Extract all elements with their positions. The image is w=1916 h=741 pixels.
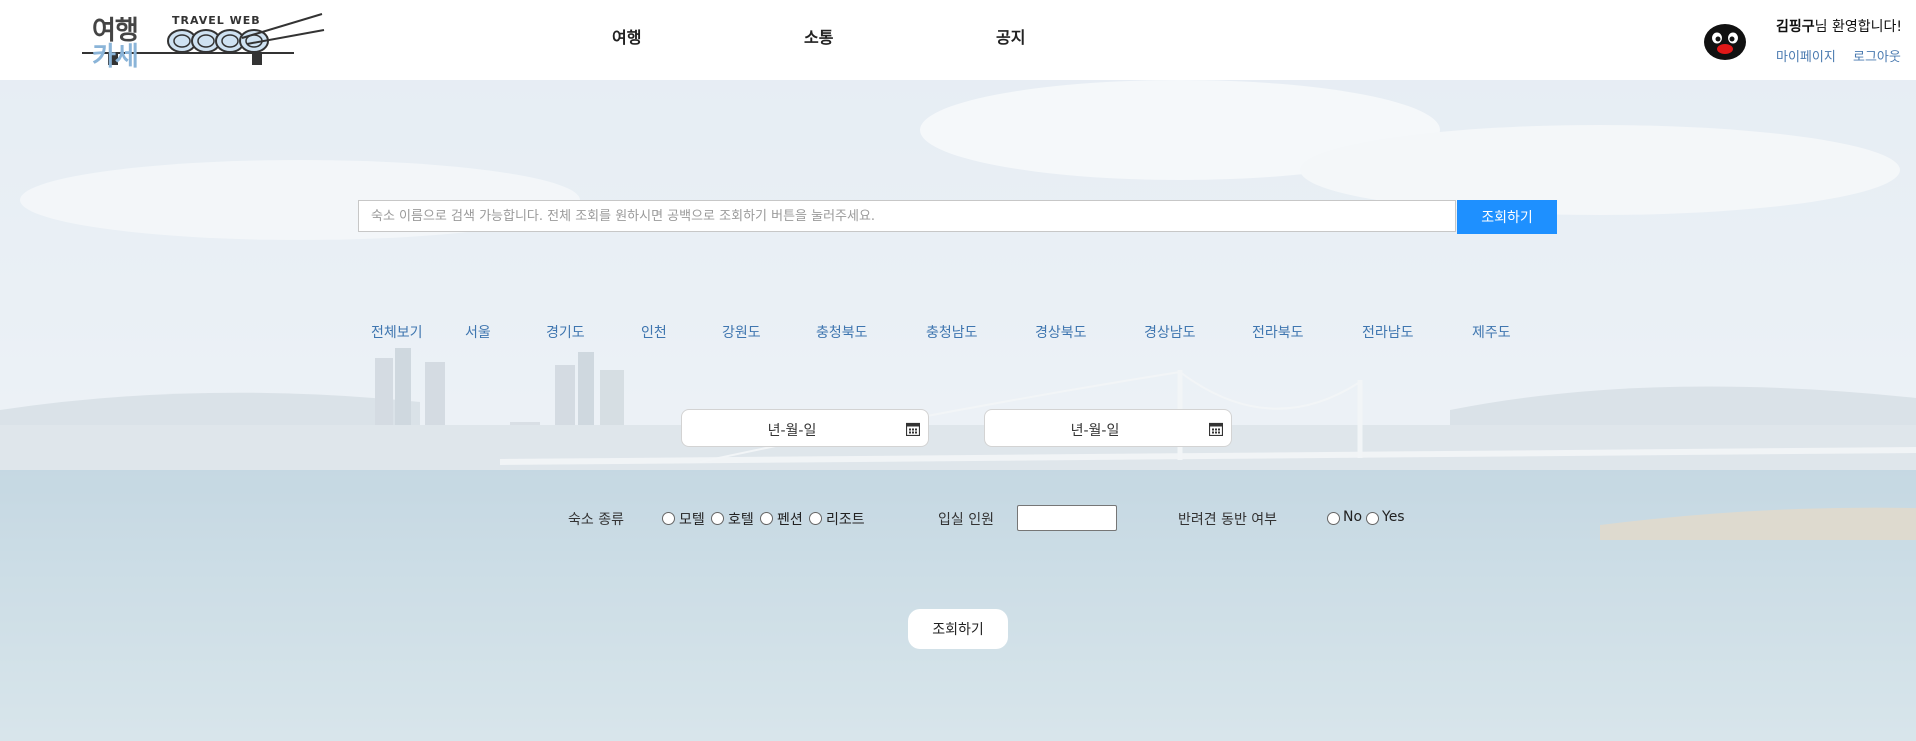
mypage-link[interactable]: 마이페이지 [1776, 46, 1836, 65]
logout-link[interactable]: 로그아웃 [1853, 46, 1901, 65]
checkout-date-text: 년-월-일 [1070, 423, 1120, 439]
logo-text-secondary: 카세 [92, 42, 139, 72]
region-link-chungbuk[interactable]: 충청북도 [816, 322, 868, 342]
region-link-jeju[interactable]: 제주도 [1472, 322, 1511, 342]
welcome-message: 김핑구님 환영합니다! [1776, 16, 1902, 36]
type-radio-motel[interactable] [662, 512, 675, 525]
region-link-gyeonggi[interactable]: 경기도 [546, 322, 585, 342]
pet-radio-no[interactable] [1327, 512, 1340, 525]
pet-label: 반려견 동반 여부 [1178, 512, 1278, 528]
checkin-date-input[interactable]: 년-월-일 [681, 409, 929, 447]
accommodation-type-label: 숙소 종류 [568, 512, 624, 528]
pet-radio-yes[interactable] [1366, 512, 1379, 525]
submit-search-button[interactable]: 조회하기 [908, 609, 1008, 649]
calendar-icon[interactable] [906, 422, 920, 436]
pet-label-yes: Yes [1382, 509, 1405, 525]
type-label-pension: 펜션 [777, 512, 803, 528]
type-label-hotel: 호텔 [728, 512, 754, 528]
avatar[interactable] [1700, 18, 1750, 64]
logo-tagline: TRAVEL WEB [172, 14, 261, 27]
hero-section: 조회하기 전체보기 서울 경기도 인천 강원도 충청북도 충청남도 경상북도 경… [0, 80, 1916, 741]
region-link-gangwon[interactable]: 강원도 [722, 322, 761, 342]
nav-community[interactable]: 소통 [804, 24, 833, 48]
region-link-chungnam[interactable]: 충청남도 [926, 322, 978, 342]
site-header: 여행 카세 TRAVEL WEB 여행 소통 공지 김핑구님 환영합니다! 마이… [0, 0, 1916, 80]
user-name: 김핑구 [1776, 19, 1815, 35]
type-label-resort: 리조트 [826, 512, 865, 528]
pet-label-no: No [1343, 509, 1363, 525]
region-link-jeonbuk[interactable]: 전라북도 [1252, 322, 1304, 342]
region-link-jeonnam[interactable]: 전라남도 [1362, 322, 1414, 342]
search-input[interactable] [358, 200, 1456, 232]
nav-travel[interactable]: 여행 [612, 24, 641, 48]
nav-notice[interactable]: 공지 [996, 24, 1025, 48]
guests-input[interactable] [1017, 505, 1117, 531]
region-link-seoul[interactable]: 서울 [465, 322, 491, 342]
welcome-suffix: 님 환영합니다! [1814, 19, 1902, 35]
region-link-incheon[interactable]: 인천 [641, 322, 667, 342]
guests-label: 입실 인원 [938, 512, 994, 528]
region-link-all[interactable]: 전체보기 [371, 322, 423, 342]
region-link-gyeongbuk[interactable]: 경상북도 [1035, 322, 1087, 342]
type-radio-hotel[interactable] [711, 512, 724, 525]
checkout-date-input[interactable]: 년-월-일 [984, 409, 1232, 447]
region-link-gyeongnam[interactable]: 경상남도 [1144, 322, 1196, 342]
type-radio-pension[interactable] [760, 512, 773, 525]
checkin-date-text: 년-월-일 [767, 423, 817, 439]
calendar-icon[interactable] [1209, 422, 1223, 436]
type-label-motel: 모텔 [679, 512, 705, 528]
site-logo[interactable]: 여행 카세 TRAVEL WEB [82, 8, 332, 72]
type-radio-resort[interactable] [809, 512, 822, 525]
search-button[interactable]: 조회하기 [1457, 200, 1557, 234]
